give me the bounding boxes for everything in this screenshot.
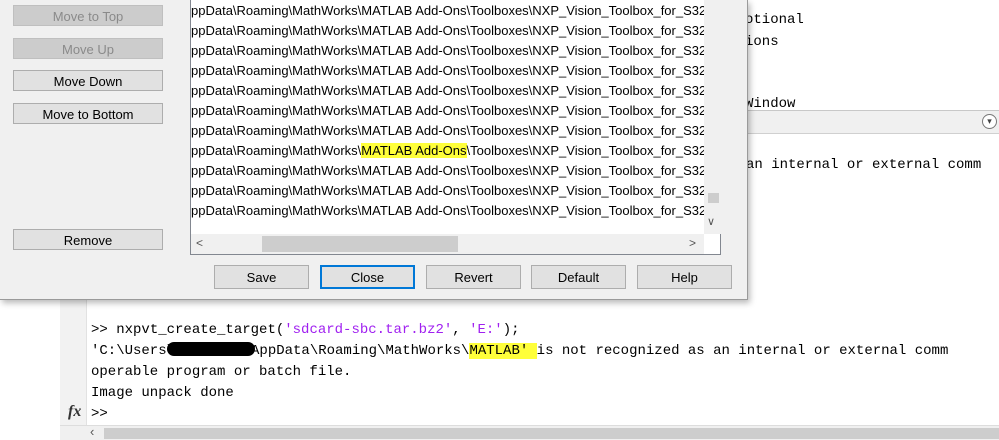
command-output-continuation: an internal or external comm xyxy=(746,157,982,173)
path-suffix: MATLAB Add-Ons\Toolboxes\NXP_Vision_Tool… xyxy=(361,63,706,78)
path-prefix: ppData\Roaming\MathWorks\ xyxy=(191,163,362,178)
move-up-button[interactable]: Move Up xyxy=(13,38,163,59)
path-list-item[interactable]: ppData\Roaming\MathWorks\MATLAB Add-Ons\… xyxy=(191,121,706,141)
horizontal-scrollbar[interactable]: < > xyxy=(191,234,704,254)
revert-button[interactable]: Revert xyxy=(426,265,521,289)
path-list-item[interactable]: ppData\Roaming\MathWorks\MATLAB Add-Ons\… xyxy=(191,41,706,61)
move-down-button[interactable]: Move Down xyxy=(13,70,163,91)
default-button[interactable]: Default xyxy=(531,265,626,289)
chevron-left-icon[interactable]: < xyxy=(196,236,203,250)
path-list-item[interactable]: ppData\Roaming\MathWorks\MATLAB Add-Ons\… xyxy=(191,81,706,101)
path-suffix: MATLAB Add-Ons\Toolboxes\NXP_Vision_Tool… xyxy=(361,203,706,218)
scrollbar-thumb[interactable] xyxy=(104,428,999,439)
path-suffix: MATLAB Add-Ons\Toolboxes\NXP_Vision_Tool… xyxy=(361,183,706,198)
scrollbar-thumb[interactable] xyxy=(708,193,719,203)
call-end: ); xyxy=(502,322,520,338)
save-button[interactable]: Save xyxy=(214,265,309,289)
error-message: is not recognized as an internal or exte… xyxy=(536,343,949,359)
path-list-item[interactable]: ppData\Roaming\MathWorks\MATLAB Add-Ons\… xyxy=(191,201,706,221)
string-arg: 'sdcard-sbc.tar.bz2' xyxy=(284,322,453,338)
bg-text-line: otional xyxy=(745,12,804,28)
highlighted-text: MATLAB Add-Ons xyxy=(361,143,467,158)
path-prefix: ppData\Roaming\MathWorks\ xyxy=(191,3,362,18)
scrollbar-thumb[interactable] xyxy=(262,236,458,252)
path-suffix: MATLAB Add-Ons\Toolboxes\NXP_Vision_Tool… xyxy=(361,23,706,38)
highlighted-text: MATLAB' xyxy=(469,343,537,359)
output-line: operable program or batch file. xyxy=(91,364,352,380)
path-list-item[interactable]: ppData\Roaming\MathWorks\MATLAB Add-Ons\… xyxy=(191,21,706,41)
path-prefix: ppData\Roaming\MathWorks\ xyxy=(191,203,362,218)
path-prefix: ppData\Roaming\MathWorks\ xyxy=(191,123,362,138)
error-line: 'C:\Users\ AppData\Roaming\MathWorks\MATL… xyxy=(91,341,999,362)
command-prompt[interactable]: >> xyxy=(91,404,999,425)
path-prefix: ppData\Roaming\MathWorks\ xyxy=(191,103,362,118)
path-suffix: MATLAB Add-Ons\Toolboxes\NXP_Vision_Tool… xyxy=(361,163,706,178)
path-suffix: MATLAB Add-Ons\Toolboxes\NXP_Vision_Tool… xyxy=(361,43,706,58)
move-to-bottom-button[interactable]: Move to Bottom xyxy=(13,103,163,124)
help-button[interactable]: Help xyxy=(637,265,732,289)
path-prefix: ppData\Roaming\MathWorks\ xyxy=(191,23,362,38)
scroll-left-icon[interactable]: ‹ xyxy=(90,424,94,439)
path-prefix: ppData\Roaming\MathWorks\ xyxy=(191,143,362,158)
chevron-down-icon[interactable]: ▾ xyxy=(982,114,997,129)
fx-icon[interactable]: fx xyxy=(68,403,81,421)
set-path-dialog: Move to Top Move Up Move Down Move to Bo… xyxy=(0,0,748,300)
path-prefix: ppData\Roaming\MathWorks\ xyxy=(191,83,362,98)
string-arg: 'E:' xyxy=(469,322,503,338)
path-list-item[interactable]: ppData\Roaming\MathWorks\MATLAB Add-Ons\… xyxy=(191,1,706,21)
output-line: Image unpack done xyxy=(91,385,234,401)
function-call: nxpvt_create_target( xyxy=(116,322,285,338)
path-suffix: MATLAB Add-Ons\Toolboxes\NXP_Vision_Tool… xyxy=(361,103,706,118)
path-suffix: MATLAB Add-Ons\Toolboxes\NXP_Vision_Tool… xyxy=(361,83,706,98)
error-path-mid: AppData\Roaming\MathWorks\ xyxy=(251,343,470,359)
move-to-top-button[interactable]: Move to Top xyxy=(13,5,163,26)
path-list-item[interactable]: ppData\Roaming\MathWorks\MATLAB Add-Ons\… xyxy=(191,61,706,81)
close-button[interactable]: Close xyxy=(320,265,415,289)
prompt: >> xyxy=(91,322,117,338)
horizontal-scrollbar[interactable]: ‹ xyxy=(60,424,999,440)
path-suffix: MATLAB Add-Ons\Toolboxes\NXP_Vision_Tool… xyxy=(361,123,706,138)
path-prefix: ppData\Roaming\MathWorks\ xyxy=(191,43,362,58)
background-text-area: otional ions Window xyxy=(745,0,999,118)
chevron-right-icon[interactable]: > xyxy=(689,236,696,250)
error-path-start: 'C:\Users\ xyxy=(91,343,176,359)
path-list-item[interactable]: ppData\Roaming\MathWorks\MATLAB Add-Ons\… xyxy=(191,181,706,201)
command-window[interactable]: >> nxpvt_create_target('sdcard-sbc.tar.b… xyxy=(91,320,999,425)
vertical-scrollbar[interactable]: ∨ xyxy=(704,0,721,234)
path-prefix: ppData\Roaming\MathWorks\ xyxy=(191,183,362,198)
path-suffix: \Toolboxes\NXP_Vision_Toolbox_for_S32 xyxy=(466,143,706,158)
path-list-item[interactable]: ppData\Roaming\MathWorks\MATLAB Add-Ons\… xyxy=(191,161,706,181)
remove-button[interactable]: Remove xyxy=(13,229,163,250)
bg-text-line: ions xyxy=(745,34,779,50)
path-list[interactable]: ppData\Roaming\MathWorks\MATLAB Add-Ons\… xyxy=(190,0,721,255)
path-list-item[interactable]: ppData\Roaming\MathWorks\MATLAB Add-Ons\… xyxy=(191,101,706,121)
separator: , xyxy=(452,322,470,338)
path-suffix: MATLAB Add-Ons\Toolboxes\NXP_Vision_Tool… xyxy=(361,3,706,18)
redaction-mark xyxy=(167,342,256,356)
command-line: >> nxpvt_create_target('sdcard-sbc.tar.b… xyxy=(91,320,999,341)
chevron-down-icon[interactable]: ∨ xyxy=(707,215,715,228)
path-prefix: ppData\Roaming\MathWorks\ xyxy=(191,63,362,78)
path-list-item[interactable]: ppData\Roaming\MathWorks\MATLAB Add-Ons\… xyxy=(191,141,706,161)
